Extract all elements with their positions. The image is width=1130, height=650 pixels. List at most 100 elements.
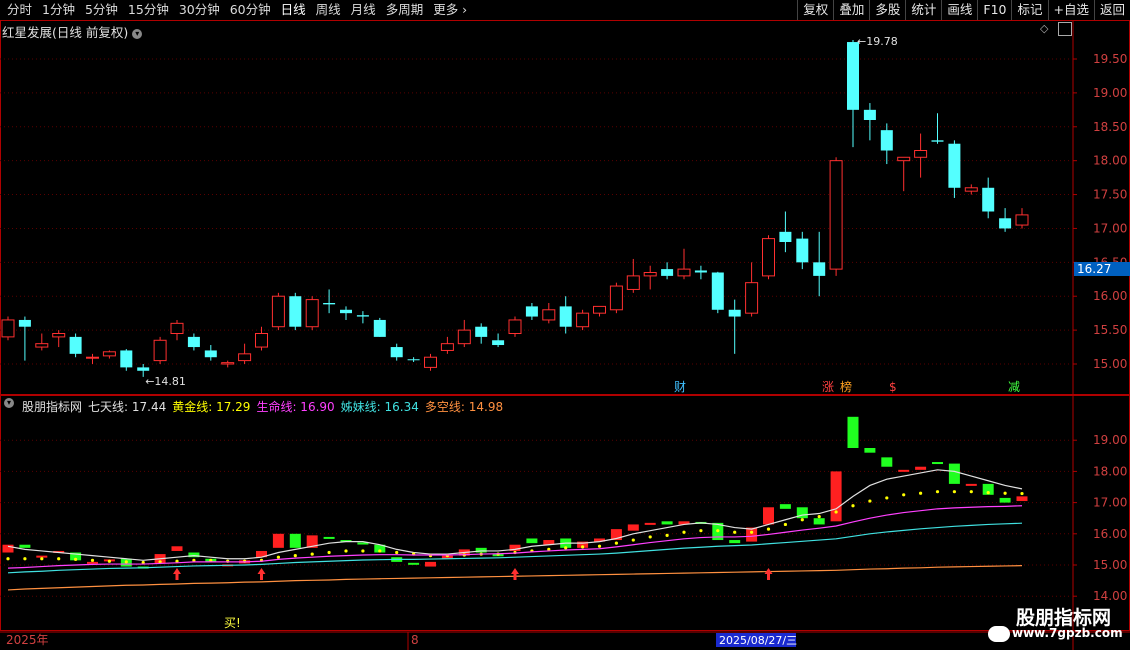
golden-dot bbox=[631, 538, 635, 542]
golden-dot bbox=[868, 499, 872, 503]
candle-body bbox=[779, 231, 792, 242]
indicator-bar bbox=[272, 533, 284, 548]
indicator-bar bbox=[425, 561, 436, 567]
indicator-bar bbox=[813, 518, 825, 525]
golden-dot bbox=[919, 491, 923, 495]
buy-label: 买! bbox=[224, 616, 241, 630]
indicator-bar bbox=[627, 524, 639, 531]
indicator-bar bbox=[323, 536, 335, 539]
indicator-bar bbox=[19, 544, 31, 548]
candle-body bbox=[728, 309, 741, 317]
main-tick-label: 15.50 bbox=[1093, 323, 1127, 337]
candle-body bbox=[120, 350, 133, 368]
event-marker-2: 榜 bbox=[840, 379, 852, 394]
candle-body bbox=[457, 329, 471, 345]
indicator-bar bbox=[644, 522, 656, 525]
golden-dot bbox=[648, 535, 652, 539]
golden-dot bbox=[614, 541, 619, 545]
candle-body bbox=[525, 306, 538, 317]
candle-body bbox=[576, 312, 590, 328]
indicator-bar bbox=[779, 504, 791, 509]
candle-body bbox=[847, 42, 859, 110]
golden-dot bbox=[361, 549, 365, 553]
event-marker-0: 财 bbox=[674, 380, 686, 394]
candle-body bbox=[863, 109, 876, 120]
current-price-label: 16.27 bbox=[1077, 262, 1111, 276]
time-label-year: 2025年 bbox=[6, 633, 49, 647]
candle-body bbox=[35, 343, 49, 348]
golden-dot bbox=[6, 557, 10, 561]
candle-body bbox=[745, 282, 759, 314]
candle-body bbox=[187, 336, 200, 348]
candle-body bbox=[1, 319, 15, 338]
candle-body bbox=[542, 309, 556, 321]
main-tick-label: 19.50 bbox=[1093, 52, 1127, 66]
golden-dot bbox=[564, 546, 568, 550]
indicator-bar bbox=[881, 457, 893, 467]
golden-dot bbox=[682, 530, 686, 534]
buy-arrow-icon bbox=[173, 568, 181, 580]
candle-body bbox=[69, 336, 82, 354]
candle-body bbox=[559, 306, 572, 327]
golden-dot bbox=[885, 496, 889, 500]
candle-body bbox=[102, 351, 116, 357]
event-marker-1: 涨 bbox=[822, 379, 834, 394]
golden-dot bbox=[817, 515, 821, 519]
indicator-tick-label: 17.00 bbox=[1093, 496, 1127, 510]
golden-dot bbox=[327, 550, 331, 555]
candle-body bbox=[897, 156, 911, 162]
golden-dot bbox=[969, 490, 973, 494]
indicator-bar bbox=[171, 546, 183, 551]
indicator-bar bbox=[999, 497, 1011, 503]
indicator-bar bbox=[864, 448, 876, 453]
main-tick-label: 17.50 bbox=[1093, 188, 1127, 202]
golden-dot bbox=[581, 545, 585, 549]
chart-canvas[interactable]: 19.5019.0018.5018.0017.5017.0016.5016.00… bbox=[0, 0, 1130, 650]
golden-dot bbox=[276, 555, 280, 559]
golden-dot bbox=[23, 557, 27, 561]
watermark: 股朋指标网 www.7gpzb.com bbox=[984, 602, 1130, 648]
golden-dot bbox=[597, 544, 602, 548]
indicator-tick-label: 16.00 bbox=[1093, 527, 1127, 541]
candle-body bbox=[323, 303, 336, 305]
main-tick-label: 18.50 bbox=[1093, 120, 1127, 134]
candle-body bbox=[643, 272, 657, 277]
candle-body bbox=[440, 343, 454, 351]
candle-body bbox=[1015, 214, 1029, 226]
golden-dot bbox=[851, 504, 855, 508]
main-tick-label: 15.00 bbox=[1093, 357, 1127, 371]
indicator-tick-label: 15.00 bbox=[1093, 558, 1127, 572]
candle-body bbox=[137, 367, 150, 371]
golden-dot bbox=[733, 530, 737, 534]
buy-arrow-icon bbox=[764, 568, 773, 580]
candle-body bbox=[626, 275, 640, 290]
candle-body bbox=[914, 150, 928, 158]
indicator-tick-label: 19.00 bbox=[1093, 433, 1127, 447]
candle-body bbox=[880, 130, 893, 151]
indicator-bar bbox=[830, 471, 842, 522]
indicator-bar bbox=[915, 466, 927, 470]
candle-body bbox=[475, 326, 488, 337]
golden-dot bbox=[378, 549, 382, 553]
candle-body bbox=[52, 333, 66, 338]
candle-body bbox=[424, 356, 437, 368]
candle-body bbox=[492, 340, 505, 346]
candle-body bbox=[305, 299, 319, 328]
main-tick-label: 19.00 bbox=[1093, 86, 1127, 100]
indicator-bar bbox=[408, 562, 420, 565]
candle-body bbox=[813, 262, 826, 276]
indicator-panel-border bbox=[0, 395, 1130, 631]
golden-dot bbox=[293, 554, 297, 558]
golden-dot bbox=[395, 550, 399, 555]
golden-dot bbox=[902, 493, 906, 497]
golden-dot bbox=[1020, 491, 1024, 496]
golden-dot bbox=[90, 558, 95, 562]
golden-dot bbox=[1003, 491, 1007, 495]
candle-body bbox=[829, 160, 843, 270]
low-price-label: ←14.81 bbox=[145, 375, 186, 388]
candle-body bbox=[999, 218, 1012, 229]
candle-body bbox=[964, 187, 978, 192]
candle-body bbox=[796, 238, 809, 263]
candle-body bbox=[271, 295, 285, 328]
golden-dot bbox=[834, 510, 838, 514]
